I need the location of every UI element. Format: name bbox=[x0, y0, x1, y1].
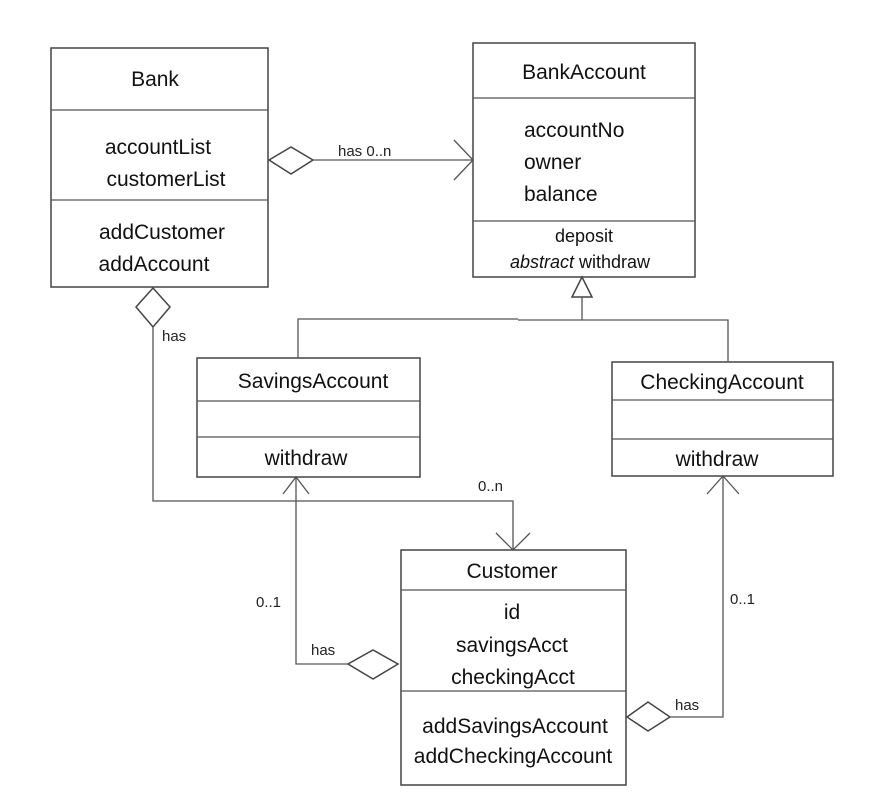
abstract-modifier: abstract bbox=[510, 252, 575, 272]
relation-bank-accounts: has 0..n bbox=[267, 139, 474, 181]
method: addAccount bbox=[99, 253, 210, 276]
attribute: accountNo bbox=[524, 119, 624, 142]
attribute: owner bbox=[524, 151, 581, 174]
aggregation-diamond-icon bbox=[625, 701, 672, 732]
method: withdraw bbox=[264, 447, 349, 470]
attribute: id bbox=[504, 601, 520, 624]
multiplicity-label: 0..1 bbox=[256, 594, 281, 611]
relation-label: has 0..n bbox=[338, 143, 391, 160]
aggregation-diamond-icon bbox=[267, 146, 315, 175]
method: abstract withdraw bbox=[510, 252, 651, 272]
multiplicity-label: 0..n bbox=[478, 478, 503, 495]
class-savings-account: SavingsAccount withdraw bbox=[196, 357, 421, 478]
attribute: balance bbox=[524, 183, 598, 206]
class-name: BankAccount bbox=[522, 61, 646, 84]
method: addCustomer bbox=[99, 221, 225, 244]
generalization-triangle-icon bbox=[570, 275, 594, 298]
method: addSavingsAccount bbox=[422, 715, 608, 738]
class-checking-account: CheckingAccount withdraw bbox=[611, 361, 834, 477]
attribute: savingsAcct bbox=[456, 634, 568, 657]
relation-customer-savings: has 0..1 bbox=[256, 475, 400, 680]
method: deposit bbox=[555, 226, 613, 246]
relation-inheritance bbox=[297, 275, 729, 362]
relation-customer-checking: has 0..1 bbox=[625, 475, 755, 732]
attribute: checkingAcct bbox=[451, 666, 575, 689]
relation-label: has bbox=[311, 642, 335, 659]
class-name: SavingsAccount bbox=[238, 370, 389, 393]
class-name: Bank bbox=[131, 68, 179, 91]
relation-label: has bbox=[675, 697, 699, 714]
method: addCheckingAccount bbox=[414, 745, 613, 768]
class-name: Customer bbox=[466, 560, 557, 583]
class-customer: Customer id savingsAcct checkingAcct add… bbox=[400, 549, 627, 786]
aggregation-diamond-icon bbox=[346, 649, 400, 680]
class-name: CheckingAccount bbox=[640, 371, 804, 394]
attribute: customerList bbox=[106, 168, 225, 191]
aggregation-diamond-icon bbox=[135, 286, 171, 329]
method: withdraw bbox=[675, 448, 760, 471]
uml-class-diagram: Bank accountList customerList addCustome… bbox=[50, 42, 834, 786]
multiplicity-label: 0..1 bbox=[730, 591, 755, 608]
class-bank: Bank accountList customerList addCustome… bbox=[50, 47, 269, 288]
class-bank-account: BankAccount accountNo owner balance depo… bbox=[472, 42, 696, 278]
attribute: accountList bbox=[105, 136, 211, 159]
relation-label: has bbox=[162, 328, 186, 345]
